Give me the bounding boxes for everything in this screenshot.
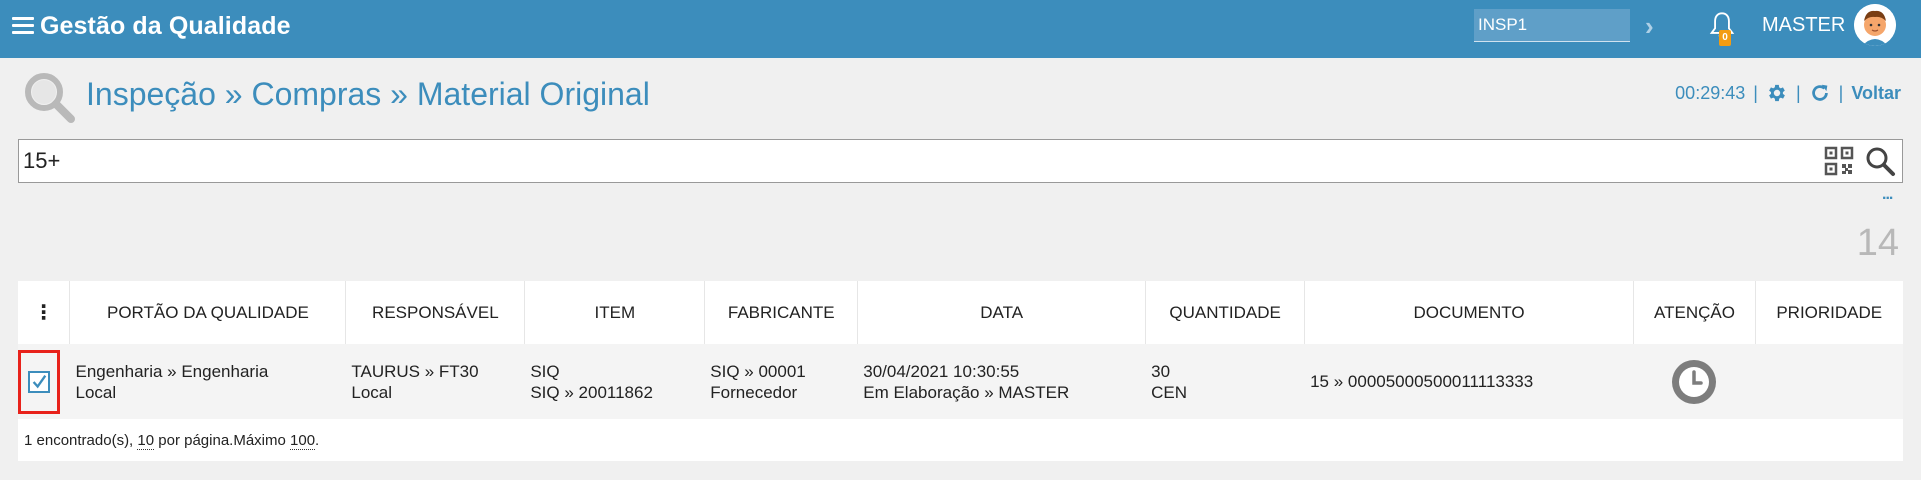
header-data[interactable]: DATA [857, 281, 1147, 344]
pagination-row: 1 encontrado(s), 10 por página.Máximo 10… [18, 419, 1903, 461]
search-input[interactable] [23, 144, 1823, 178]
separator: | [1795, 82, 1801, 103]
cell-prioridade [1755, 344, 1902, 419]
back-link[interactable]: Voltar [1851, 83, 1901, 104]
row-checkbox[interactable] [28, 370, 50, 393]
header-atencao[interactable]: ATENÇÃO [1633, 281, 1756, 344]
notification-badge: 0 [1719, 30, 1731, 46]
cell-portao: Engenharia » Engenharia Local [75, 361, 269, 402]
separator: | [1838, 82, 1844, 103]
header-actions: 00:29:43 | | | Voltar [1675, 82, 1901, 104]
cell-quantidade: 30 CEN [1151, 361, 1188, 402]
result-count: 14 [1856, 222, 1899, 264]
search-box [18, 139, 1903, 183]
cell-item: SIQ SIQ » 20011862 [530, 361, 653, 402]
cell-fabricante: SIQ » 00001 Fornecedor [710, 361, 806, 402]
footer-end: . [315, 431, 320, 449]
search-button-icon[interactable] [1864, 145, 1896, 177]
app-title: Gestão da Qualidade [40, 12, 291, 40]
menu-icon[interactable] [12, 17, 34, 35]
per-page-select[interactable]: 10 [137, 431, 155, 450]
search-icon [25, 73, 75, 123]
header-fabricante[interactable]: FABRICANTE [704, 281, 859, 344]
inspection-input[interactable] [1474, 9, 1630, 42]
row-select-highlight [18, 349, 60, 414]
results-table: ⋮ PORTÃO DA QUALIDADE RESPONSÁVEL ITEM F… [18, 281, 1903, 461]
column-menu-icon[interactable]: ⋮ [18, 281, 71, 344]
table-row[interactable]: Engenharia » Engenharia Local TAURUS » F… [18, 344, 1903, 419]
user-name[interactable]: MASTER [1762, 14, 1845, 37]
header-portao[interactable]: PORTÃO DA QUALIDADE [69, 281, 347, 344]
top-bar: Gestão da Qualidade › 0 MASTER [0, 0, 1921, 58]
cell-atencao [1634, 344, 1756, 419]
cell-documento: 15 » 00005000500011113333 [1310, 372, 1534, 391]
cell-responsavel: TAURUS » FT30 Local [351, 361, 479, 402]
avatar[interactable] [1854, 4, 1896, 46]
header-quantidade[interactable]: QUANTIDADE [1145, 281, 1306, 344]
header-documento[interactable]: DOCUMENTO [1304, 281, 1634, 344]
clock-icon[interactable] [1670, 358, 1718, 406]
user-avatar-icon [1854, 4, 1896, 46]
found-count: 1 encontrado(s), [24, 431, 134, 449]
separator: | [1753, 82, 1758, 103]
gear-icon[interactable] [1766, 82, 1788, 104]
qr-code-icon[interactable] [1824, 146, 1854, 176]
table-header-row: ⋮ PORTÃO DA QUALIDADE RESPONSÁVEL ITEM F… [18, 281, 1903, 344]
pagination-info: 1 encontrado(s), 10 por página.Máximo 10… [18, 419, 1903, 461]
breadcrumb: Inspeção » Compras » Material Original [86, 76, 650, 112]
cell-data: 30/04/2021 10:30:55 Em Elaboração » MAST… [863, 361, 1070, 402]
session-timer: 00:29:43 [1675, 82, 1746, 103]
more-options-icon[interactable]: ... [1882, 186, 1893, 204]
header-item[interactable]: ITEM [524, 281, 706, 344]
max-select[interactable]: 100 [290, 431, 316, 450]
check-icon [32, 374, 47, 388]
per-page-label: por página.Máximo [158, 431, 286, 449]
header-prioridade[interactable]: PRIORIDADE [1755, 281, 1902, 344]
chevron-right-icon[interactable]: › [1645, 11, 1654, 42]
refresh-icon[interactable] [1809, 82, 1831, 104]
header-responsavel[interactable]: RESPONSÁVEL [345, 281, 526, 344]
